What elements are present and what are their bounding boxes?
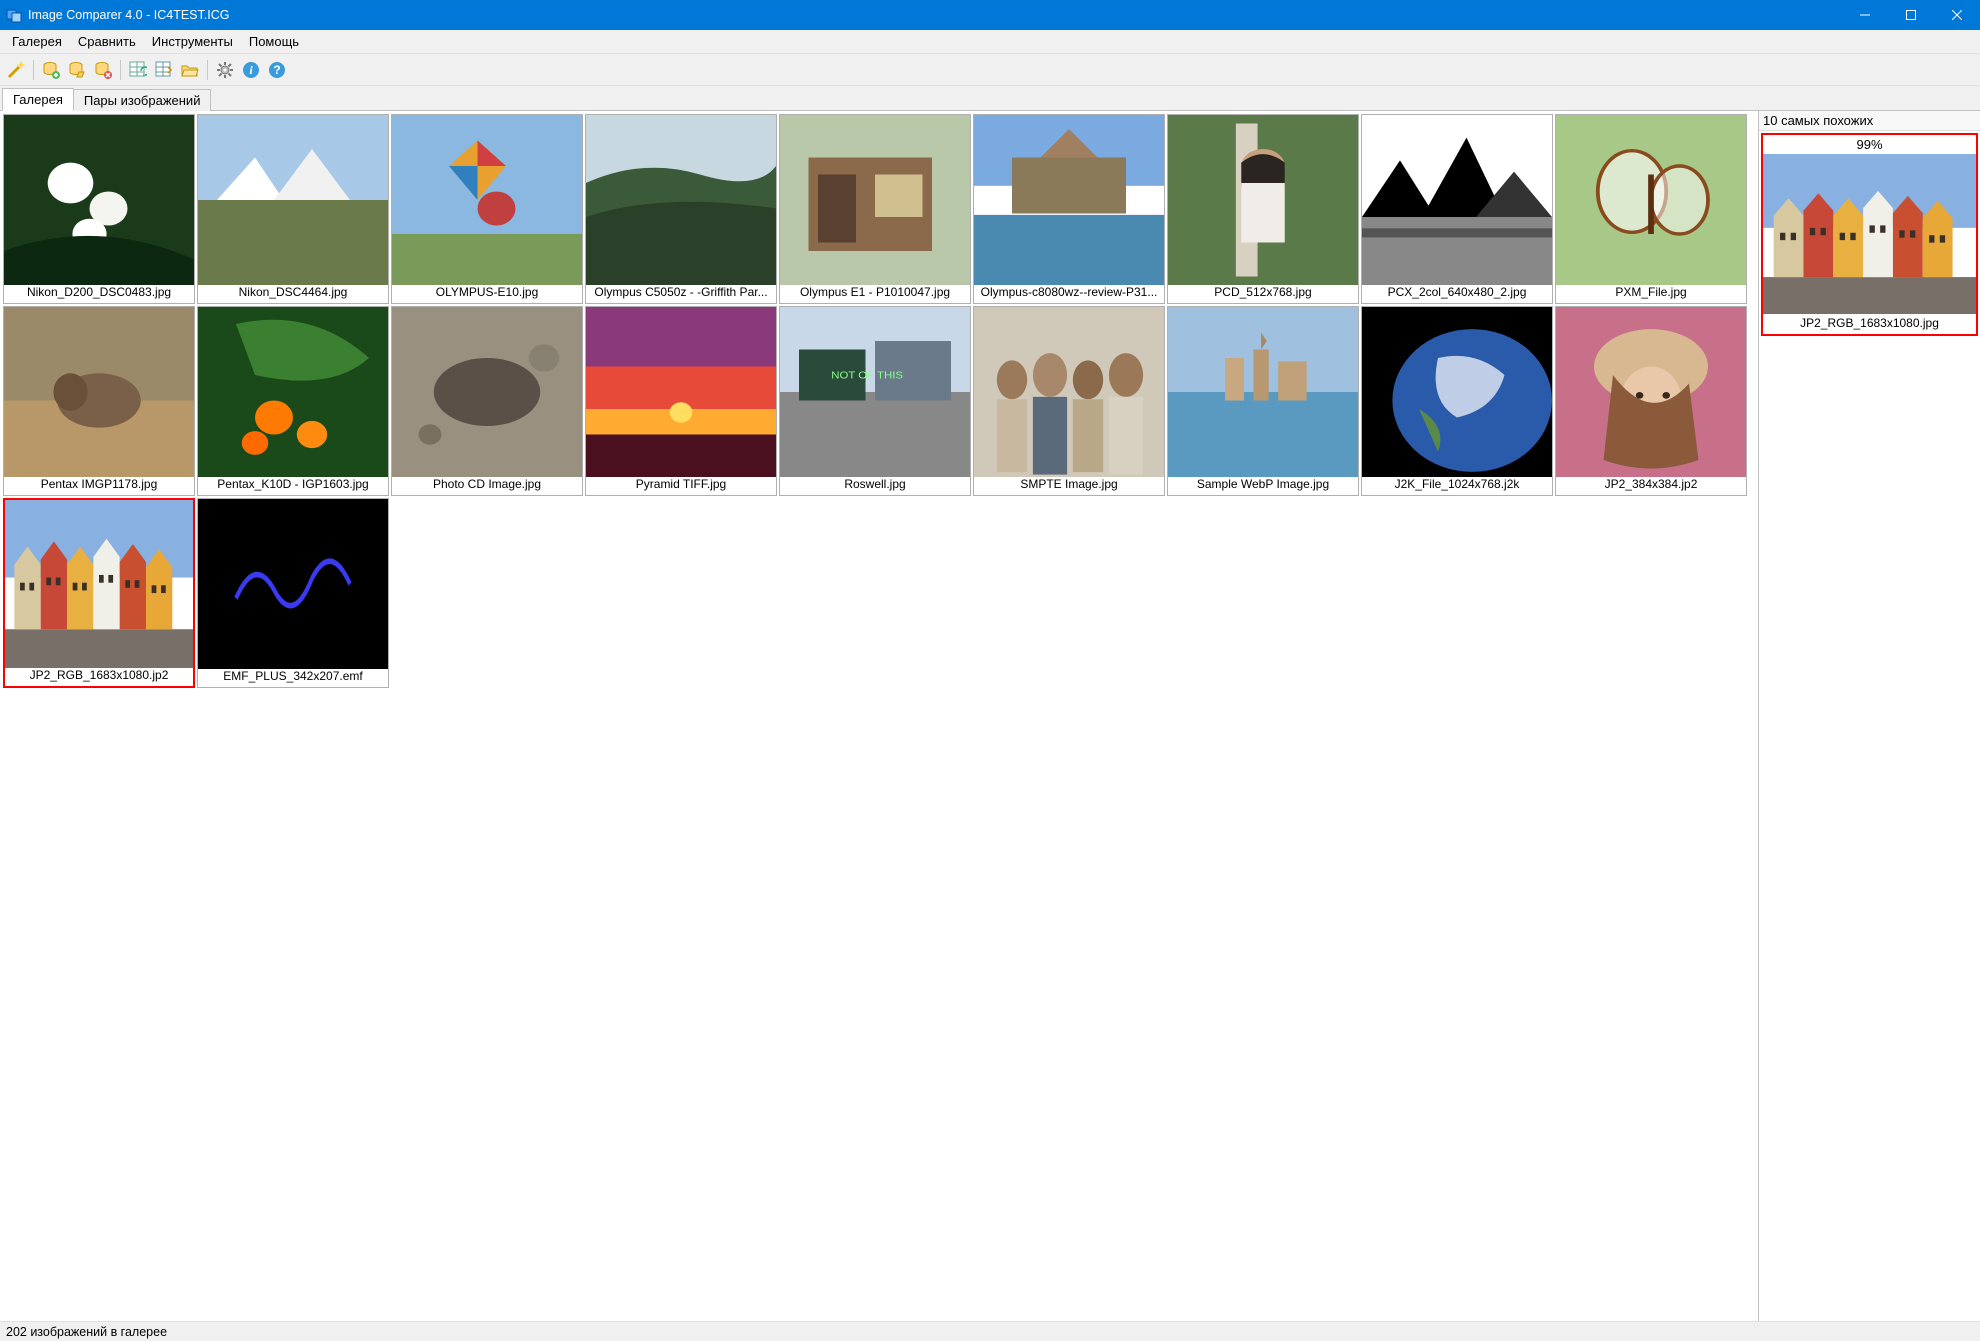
thumbnail-image <box>392 307 582 477</box>
thumbnail-item[interactable]: OLYMPUS-E10.jpg <box>391 114 583 304</box>
thumbnail-image <box>780 115 970 285</box>
match-percent: 99% <box>1763 135 1976 154</box>
menu-bar: ГалереяСравнитьИнструментыПомощь <box>0 30 1980 54</box>
minimize-button[interactable] <box>1842 0 1888 30</box>
thumbnail-image <box>1362 307 1552 477</box>
thumbnail-item[interactable]: PCD_512x768.jpg <box>1167 114 1359 304</box>
similar-pane: 10 самых похожих 99% JP2_RGB_1683x1080.j… <box>1758 111 1980 1321</box>
thumbnail-item[interactable]: JP2_384x384.jp2 <box>1555 306 1747 496</box>
toolbar: i? <box>0 54 1980 86</box>
wizard-icon[interactable] <box>4 58 28 82</box>
thumbnail-label: PXM_File.jpg <box>1556 285 1746 303</box>
thumbnail-image <box>5 500 193 668</box>
thumbnail-image <box>974 115 1164 285</box>
thumbnail-item[interactable]: Olympus E1 - P1010047.jpg <box>779 114 971 304</box>
thumbnail-label: PCX_2col_640x480_2.jpg <box>1362 285 1552 303</box>
thumbnail-image <box>392 115 582 285</box>
thumbnail-image <box>1168 307 1358 477</box>
thumbnail-image <box>974 307 1164 477</box>
thumbnail-label: OLYMPUS-E10.jpg <box>392 285 582 303</box>
gallery-pane: Nikon_D200_DSC0483.jpgNikon_DSC4464.jpgO… <box>0 111 1758 1321</box>
window-title: Image Comparer 4.0 - IC4TEST.ICG <box>28 8 1842 22</box>
thumbnail-item[interactable]: Pentax IMGP1178.jpg <box>3 306 195 496</box>
close-button[interactable] <box>1934 0 1980 30</box>
match-thumbnail <box>1763 154 1976 314</box>
thumbnail-label: JP2_384x384.jp2 <box>1556 477 1746 495</box>
thumbnail-item[interactable]: Olympus-c8080wz--review-P31... <box>973 114 1165 304</box>
thumbnail-item[interactable]: Nikon_DSC4464.jpg <box>197 114 389 304</box>
thumbnail-item[interactable]: Pentax_K10D - IGP1603.jpg <box>197 306 389 496</box>
thumbnail-label: EMF_PLUS_342x207.emf <box>198 669 388 687</box>
menu-item-инструменты[interactable]: Инструменты <box>144 32 241 51</box>
grid-sort-icon[interactable] <box>152 58 176 82</box>
help-icon[interactable]: ? <box>265 58 289 82</box>
tab-галерея[interactable]: Галерея <box>2 88 74 111</box>
thumbnail-image <box>586 307 776 477</box>
similar-header: 10 самых похожих <box>1759 111 1980 131</box>
thumbnail-image <box>1556 115 1746 285</box>
thumbnail-image <box>198 499 388 669</box>
thumbnail-image <box>198 115 388 285</box>
menu-item-галерея[interactable]: Галерея <box>4 32 70 51</box>
app-icon <box>6 7 22 23</box>
thumbnail-image <box>1168 115 1358 285</box>
thumbnail-label: Olympus E1 - P1010047.jpg <box>780 285 970 303</box>
thumbnail-item[interactable]: JP2_RGB_1683x1080.jp2 <box>3 498 195 688</box>
status-bar: 202 изображений в галерее <box>0 1321 1980 1341</box>
thumbnail-item[interactable]: Nikon_D200_DSC0483.jpg <box>3 114 195 304</box>
match-label: JP2_RGB_1683x1080.jpg <box>1763 314 1976 334</box>
tab-пары-изображений[interactable]: Пары изображений <box>73 89 212 111</box>
gear-icon[interactable] <box>213 58 237 82</box>
tab-strip: ГалереяПары изображений <box>0 86 1980 110</box>
thumbnail-image <box>1556 307 1746 477</box>
db-add-icon[interactable] <box>39 58 63 82</box>
menu-item-сравнить[interactable]: Сравнить <box>70 32 144 51</box>
thumbnail-item[interactable]: Photo CD Image.jpg <box>391 306 583 496</box>
thumbnail-label: Olympus-c8080wz--review-P31... <box>974 285 1164 303</box>
menu-item-помощь[interactable]: Помощь <box>241 32 307 51</box>
thumbnail-label: Nikon_DSC4464.jpg <box>198 285 388 303</box>
thumbnail-item[interactable]: PCX_2col_640x480_2.jpg <box>1361 114 1553 304</box>
thumbnail-item[interactable]: NOT OF THIS Roswell.jpg <box>779 306 971 496</box>
thumbnail-label: SMPTE Image.jpg <box>974 477 1164 495</box>
thumbnail-label: Pyramid TIFF.jpg <box>586 477 776 495</box>
thumbnail-label: Olympus C5050z - -Griffith Par... <box>586 285 776 303</box>
db-open-icon[interactable] <box>65 58 89 82</box>
thumbnail-item[interactable]: Olympus C5050z - -Griffith Par... <box>585 114 777 304</box>
thumbnail-image <box>1362 115 1552 285</box>
thumbnail-image <box>4 115 194 285</box>
gallery-scroll[interactable]: Nikon_D200_DSC0483.jpgNikon_DSC4464.jpgO… <box>0 111 1758 1321</box>
thumbnail-label: Nikon_D200_DSC0483.jpg <box>4 285 194 303</box>
svg-text:NOT OF THIS: NOT OF THIS <box>831 370 903 381</box>
grid-refresh-icon[interactable] <box>126 58 150 82</box>
db-close-icon[interactable] <box>91 58 115 82</box>
thumbnail-label: Pentax_K10D - IGP1603.jpg <box>198 477 388 495</box>
thumbnail-item[interactable]: Pyramid TIFF.jpg <box>585 306 777 496</box>
thumbnail-image <box>586 115 776 285</box>
maximize-button[interactable] <box>1888 0 1934 30</box>
thumbnail-item[interactable]: EMF_PLUS_342x207.emf <box>197 498 389 688</box>
thumbnail-image: NOT OF THIS <box>780 307 970 477</box>
thumbnail-label: Sample WebP Image.jpg <box>1168 477 1358 495</box>
match-item[interactable]: 99% JP2_RGB_1683x1080.jpg <box>1761 133 1978 336</box>
folder-open-icon[interactable] <box>178 58 202 82</box>
thumbnail-label: Pentax IMGP1178.jpg <box>4 477 194 495</box>
similar-body: 99% JP2_RGB_1683x1080.jpg <box>1759 131 1980 1321</box>
thumbnail-image <box>198 307 388 477</box>
thumbnail-item[interactable]: SMPTE Image.jpg <box>973 306 1165 496</box>
status-text: 202 изображений в галерее <box>6 1325 167 1339</box>
thumbnail-item[interactable]: J2K_File_1024x768.j2k <box>1361 306 1553 496</box>
thumbnail-image <box>4 307 194 477</box>
thumbnail-label: Photo CD Image.jpg <box>392 477 582 495</box>
thumbnail-label: Roswell.jpg <box>780 477 970 495</box>
thumbnail-item[interactable]: Sample WebP Image.jpg <box>1167 306 1359 496</box>
thumbnail-label: PCD_512x768.jpg <box>1168 285 1358 303</box>
thumbnail-label: JP2_RGB_1683x1080.jp2 <box>5 668 193 686</box>
thumbnail-label: J2K_File_1024x768.j2k <box>1362 477 1552 495</box>
info-icon[interactable]: i <box>239 58 263 82</box>
thumbnail-item[interactable]: PXM_File.jpg <box>1555 114 1747 304</box>
svg-text:?: ? <box>273 63 280 77</box>
title-bar: Image Comparer 4.0 - IC4TEST.ICG <box>0 0 1980 30</box>
